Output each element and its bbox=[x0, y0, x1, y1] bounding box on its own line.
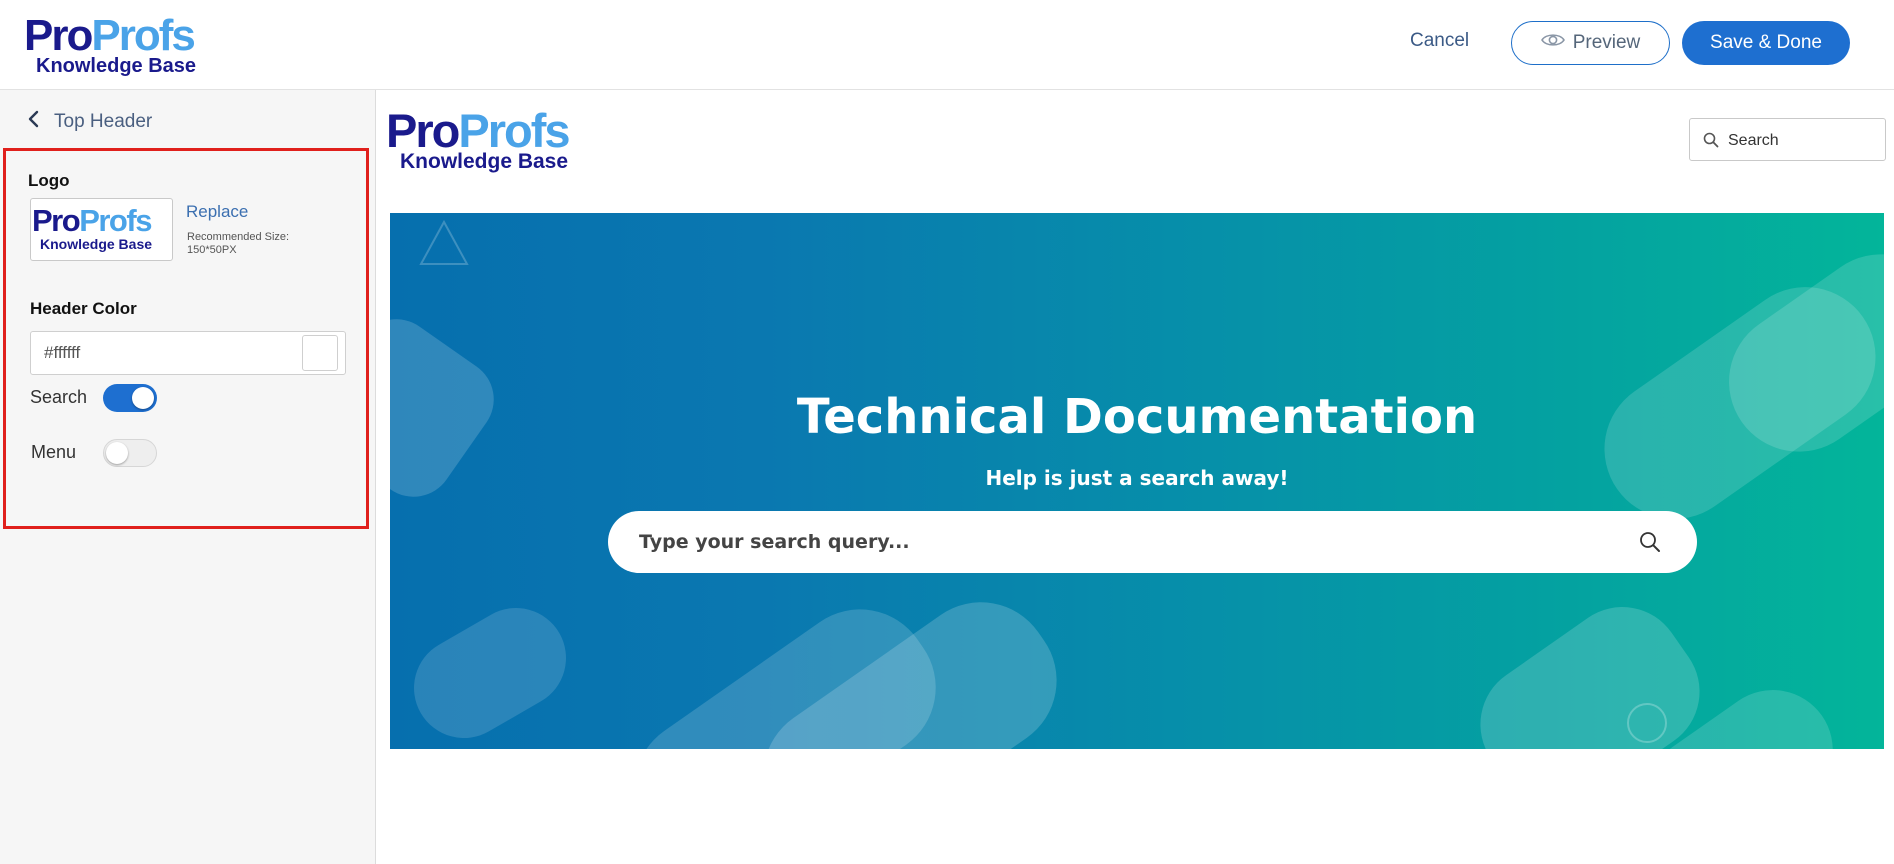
thumb-subtitle: Knowledge Base bbox=[40, 236, 153, 252]
preview-logo: ProProfs Knowledge Base bbox=[386, 107, 571, 173]
search-icon bbox=[1703, 132, 1719, 153]
hero-search-input[interactable]: Type your search query... bbox=[608, 511, 1697, 573]
preview-button-label: Preview bbox=[1572, 32, 1641, 53]
color-swatch-picker[interactable] bbox=[302, 335, 338, 371]
preview-logo-subtitle: Knowledge Base bbox=[400, 150, 569, 173]
hero-banner: Technical Documentation Help is just a s… bbox=[390, 213, 1884, 749]
back-to-top-header[interactable]: Top Header bbox=[26, 110, 152, 133]
header-search-input[interactable]: Search bbox=[1689, 118, 1886, 161]
thumb-text-pro: Pro bbox=[32, 203, 81, 238]
save-done-button[interactable]: Save & Done bbox=[1682, 21, 1850, 65]
preview-button[interactable]: Preview bbox=[1511, 21, 1670, 65]
recommended-size-label: Recommended Size: bbox=[187, 231, 290, 243]
header-color-title: Header Color bbox=[30, 299, 137, 318]
decor-shape bbox=[1456, 583, 1724, 749]
logo-text-pro: Pro bbox=[24, 11, 93, 60]
recommended-size-value: 150*50PX bbox=[187, 244, 237, 256]
menu-toggle[interactable] bbox=[103, 439, 157, 467]
logo-thumbnail: ProProfs Knowledge Base bbox=[30, 198, 173, 261]
eye-icon bbox=[1540, 32, 1565, 54]
chevron-left-icon bbox=[26, 110, 40, 133]
replace-logo-link[interactable]: Replace bbox=[186, 202, 248, 222]
toggle-knob bbox=[106, 442, 128, 464]
menu-toggle-label: Menu bbox=[31, 442, 77, 462]
cancel-button[interactable]: Cancel bbox=[1410, 30, 1469, 52]
search-toggle-label: Search bbox=[30, 387, 88, 407]
header-color-value: #ffffff bbox=[44, 343, 81, 362]
toggle-knob bbox=[132, 387, 154, 409]
triangle-decoration bbox=[419, 219, 469, 265]
header-color-input[interactable]: #ffffff bbox=[30, 331, 346, 375]
decor-shape bbox=[395, 589, 585, 749]
hero-search-placeholder: Type your search query... bbox=[639, 531, 910, 553]
search-icon[interactable] bbox=[1639, 531, 1661, 558]
settings-sidebar: Top Header Logo ProProfs Knowledge Base … bbox=[0, 90, 376, 864]
hero-title: Technical Documentation bbox=[796, 389, 1478, 445]
recommended-size-note: Recommended Size: 150*50PX bbox=[187, 231, 289, 257]
thumb-text-profs: Profs bbox=[79, 203, 152, 238]
logo-section-title: Logo bbox=[28, 171, 70, 190]
logo-subtitle: Knowledge Base bbox=[36, 55, 197, 77]
top-header-settings-panel: Logo ProProfs Knowledge Base Replace Rec… bbox=[3, 148, 369, 529]
logo-text-profs: Profs bbox=[91, 11, 195, 60]
header-search-placeholder: Search bbox=[1728, 132, 1779, 149]
section-title: Top Header bbox=[54, 110, 153, 132]
top-bar: ProProfs Knowledge Base Cancel Preview S… bbox=[0, 0, 1894, 90]
proprofs-logo: ProProfs Knowledge Base bbox=[24, 11, 197, 77]
hero-subtitle: Help is just a search away! bbox=[985, 466, 1289, 490]
search-toggle[interactable] bbox=[103, 384, 157, 412]
circle-decoration bbox=[1627, 703, 1667, 743]
